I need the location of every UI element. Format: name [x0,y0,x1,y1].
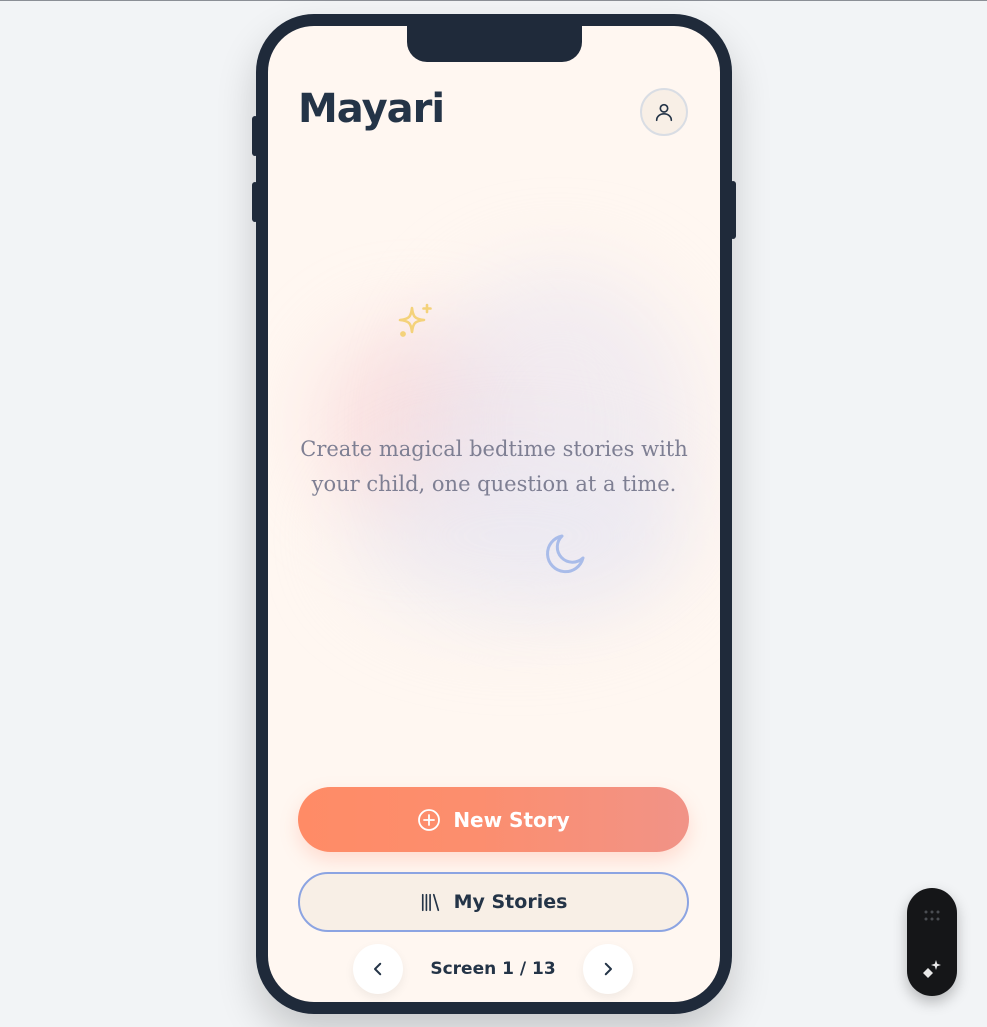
magic-wand-icon[interactable] [921,958,943,980]
screen-pager: Screen 1 / 13 [353,944,635,994]
tagline: Create magical bedtime stories with your… [300,437,688,496]
phone-notch [407,26,582,62]
phone-frame: Mayari Create magical bedtime stories wi… [252,14,736,1014]
profile-button[interactable] [640,88,688,136]
plus-circle-icon [418,808,441,831]
drag-handle-icon[interactable] [924,910,940,922]
user-icon [655,103,673,122]
window-top-border [0,0,987,1]
my-stories-button[interactable]: My Stories [298,872,689,932]
new-story-label: New Story [453,807,570,832]
moon-icon [546,534,585,574]
chevron-left-icon [374,962,382,976]
previous-screen-button[interactable] [353,944,403,994]
sparkle-icon [398,303,432,337]
library-icon [421,893,439,912]
my-stories-label: My Stories [453,891,568,913]
volume-up-button [252,116,258,156]
floating-toolbar[interactable] [907,888,957,996]
app-title: Mayari [298,86,445,132]
app-screen: Mayari Create magical bedtime stories wi… [268,26,720,1002]
new-story-button[interactable]: New Story [298,787,689,852]
power-button [730,181,736,239]
next-screen-button[interactable] [583,944,633,994]
volume-down-button [252,182,258,222]
chevron-right-icon [604,962,612,976]
screen-counter: Screen 1 / 13 [430,959,556,979]
